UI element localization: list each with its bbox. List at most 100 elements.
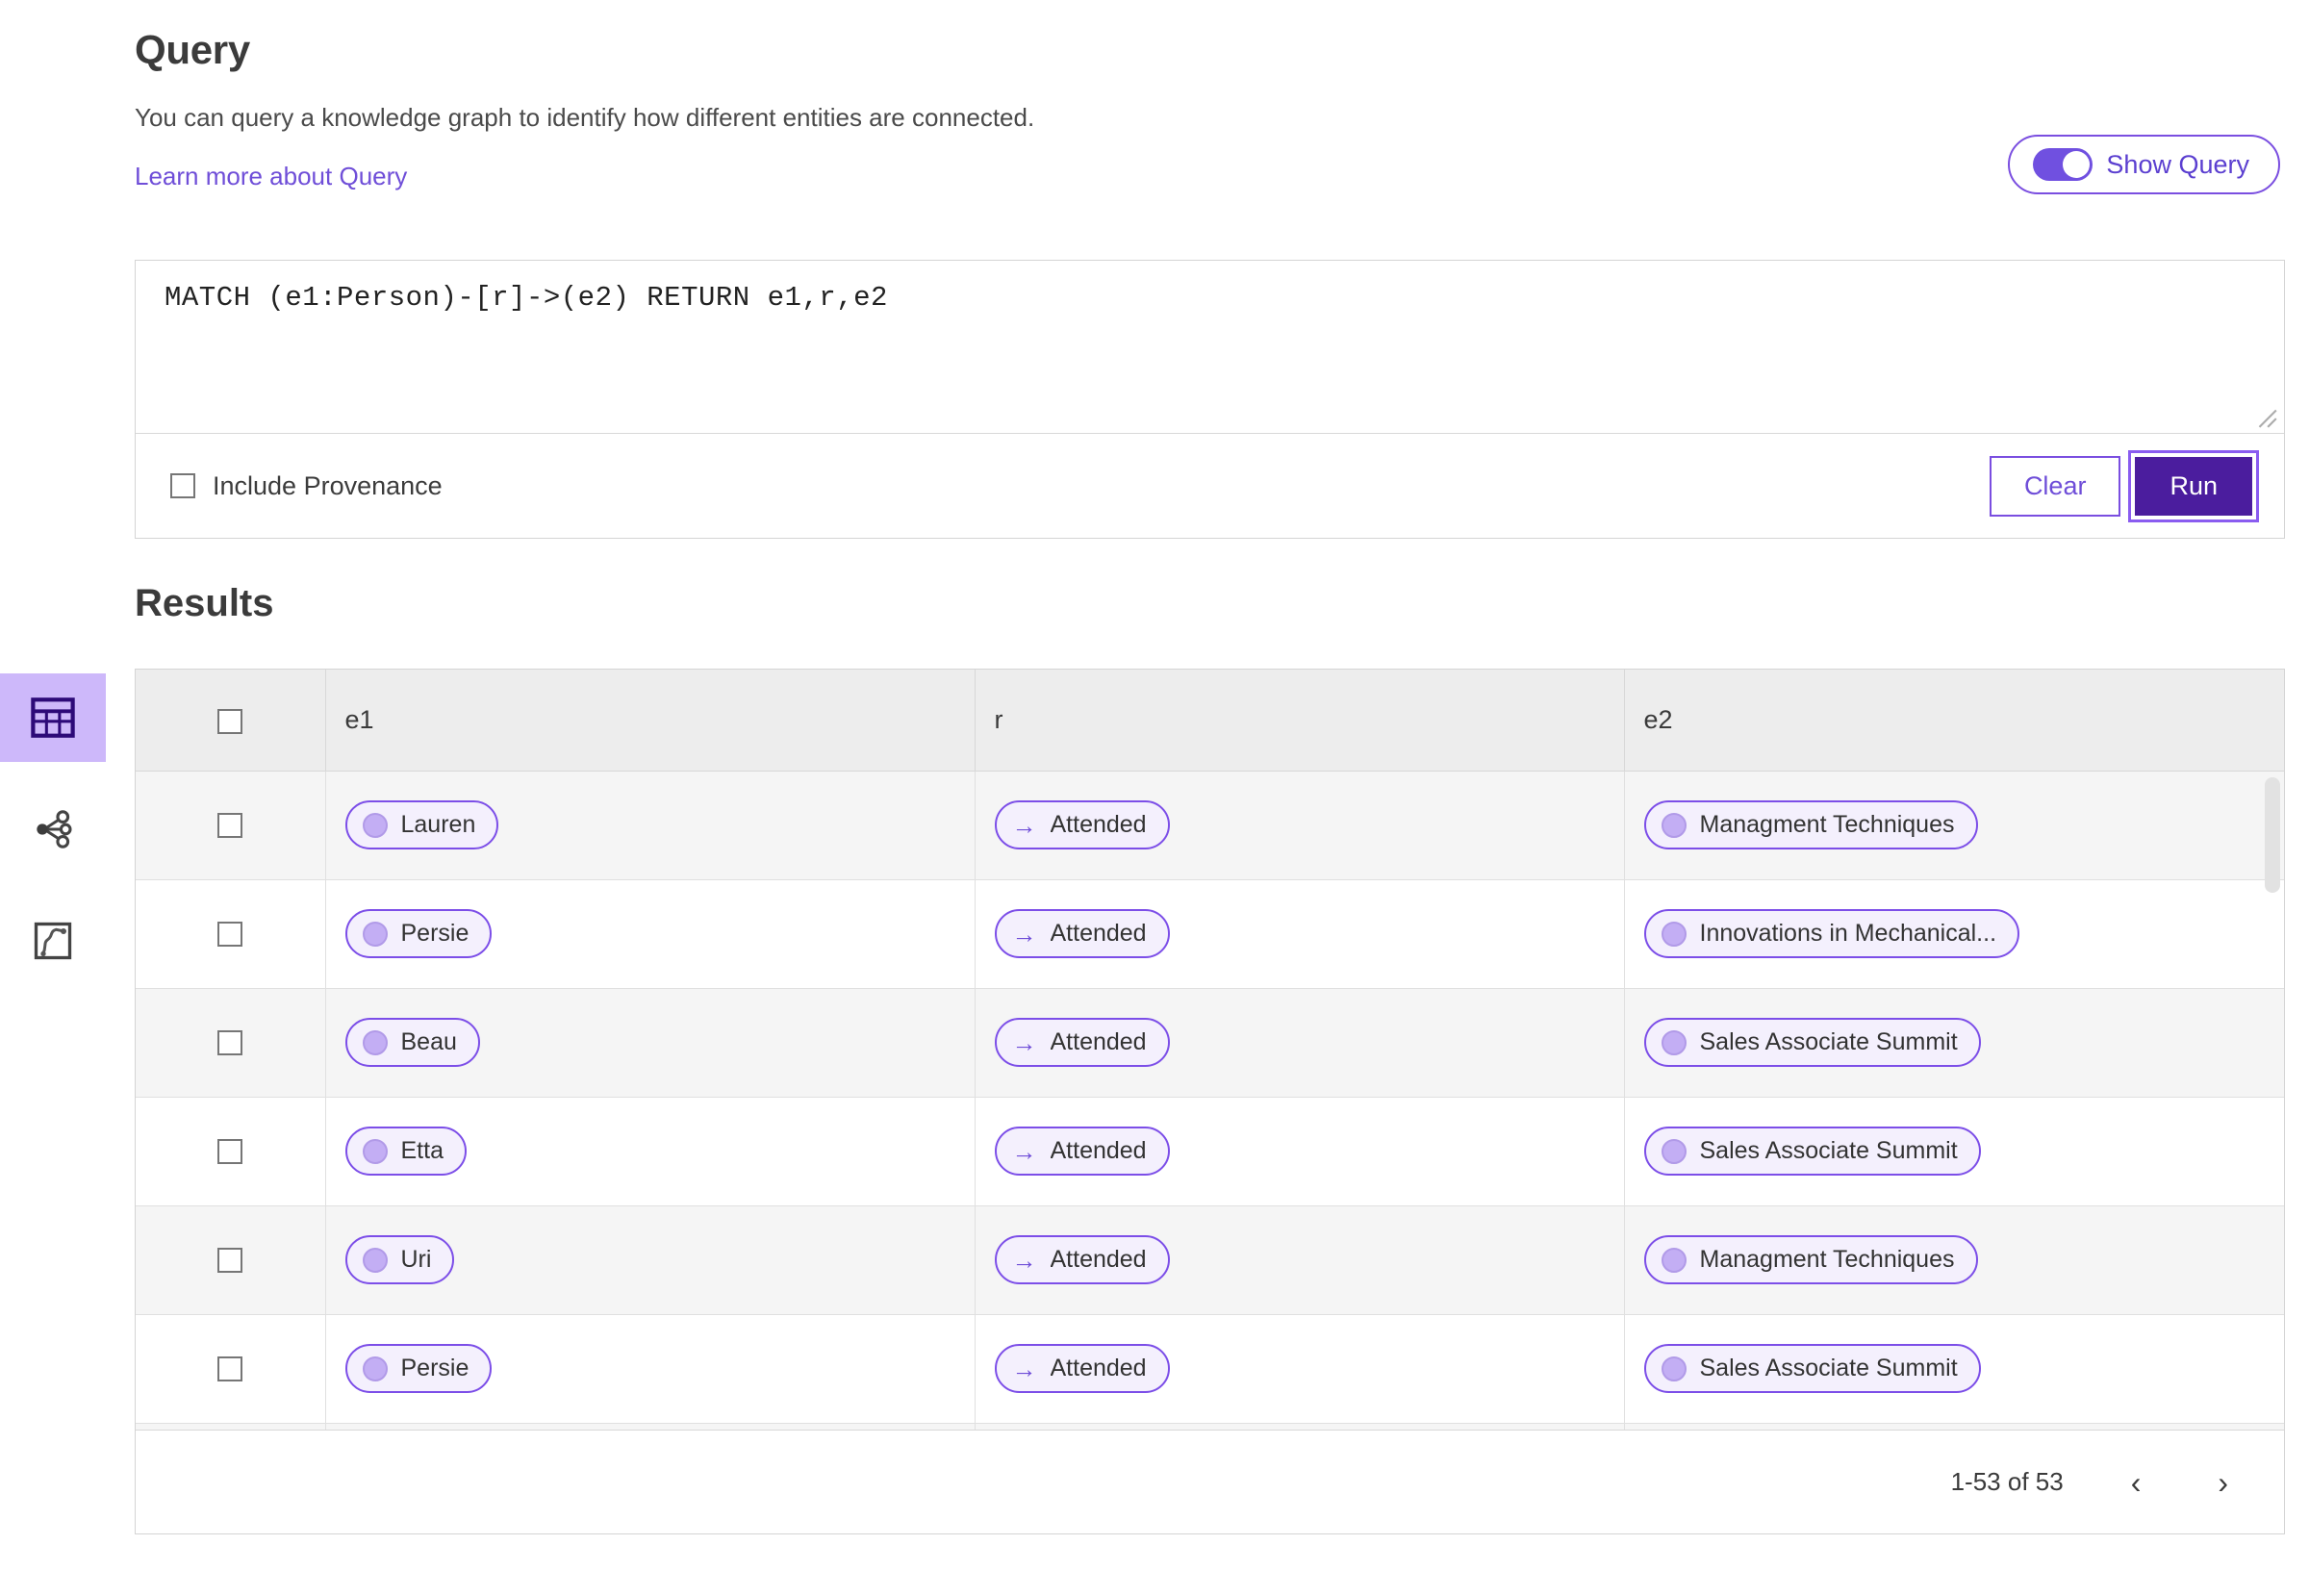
- cell-e1: Uri: [325, 1205, 976, 1315]
- relationship-chip[interactable]: → Attended: [994, 1344, 1170, 1393]
- table-icon: [31, 697, 75, 738]
- chip-label: Innovations in Mechanical...: [1699, 920, 1997, 947]
- table-row[interactable]: Beau → Attended Sales Associate Summit: [136, 988, 2284, 1098]
- arrow-right-icon: →: [1011, 919, 1037, 949]
- entity-chip[interactable]: Innovations in Mechanical...: [1643, 909, 2020, 958]
- cell-r: → Attended: [975, 879, 1625, 989]
- relationship-chip[interactable]: → Attended: [994, 1127, 1170, 1176]
- chip-label: Sales Associate Summit: [1699, 1355, 1958, 1381]
- row-checkbox[interactable]: [217, 1029, 243, 1055]
- entity-chip[interactable]: Managment Techniques: [1643, 800, 1978, 849]
- row-checkbox[interactable]: [217, 1247, 243, 1273]
- sidebar-item-map-view[interactable]: [0, 897, 106, 985]
- run-button[interactable]: Run: [2135, 456, 2252, 516]
- cell-r: →Attended: [975, 1205, 1625, 1315]
- table-row[interactable]: Lauren → Attended Managment Techniques: [136, 771, 2284, 880]
- sidebar-item-graph-view[interactable]: [0, 785, 106, 874]
- column-header-r[interactable]: r: [975, 670, 1625, 772]
- results-table: e1 r e2 Lauren → Attended Managment Techniq…: [136, 670, 2284, 1430]
- view-switcher-rail: [0, 673, 106, 985]
- entity-node-icon: [362, 921, 388, 947]
- page-title: Query: [135, 27, 250, 72]
- query-input[interactable]: MATCH (e1:Person)-[r]->(e2) RETURN e1,r,…: [136, 261, 2284, 434]
- entity-node-icon: [362, 1247, 388, 1273]
- cell-e2: Sales Associate Summit: [1624, 1097, 2284, 1206]
- next-page-button[interactable]: ›: [2208, 1463, 2238, 1502]
- clear-button[interactable]: Clear: [1989, 455, 2121, 517]
- row-checkbox[interactable]: [217, 1355, 243, 1381]
- cell-e2: Innovations in Mechanical...: [1624, 879, 2284, 989]
- show-query-toggle[interactable]: Show Query: [2008, 135, 2280, 194]
- cell-e2: Sales Associate Summit: [1624, 1314, 2284, 1424]
- entity-chip[interactable]: Lauren: [344, 800, 499, 849]
- entity-chip[interactable]: Sales Associate Summit: [1643, 1344, 1981, 1393]
- show-query-toggle-label: Show Query: [2106, 149, 2249, 179]
- entity-chip[interactable]: Uri: [344, 1235, 455, 1284]
- results-table-scroll[interactable]: e1 r e2 Lauren → Attended Managment Techniq…: [136, 670, 2284, 1430]
- resize-handle-icon[interactable]: [2253, 404, 2278, 429]
- chip-label: Persie: [400, 1355, 469, 1381]
- row-checkbox[interactable]: [217, 921, 243, 947]
- include-provenance-checkbox[interactable]: Include Provenance: [170, 471, 443, 501]
- entity-chip[interactable]: Managment Techniques: [1643, 1235, 1978, 1284]
- map-icon: [34, 922, 72, 960]
- query-footer: Include Provenance Clear Run: [136, 434, 2284, 538]
- previous-page-button[interactable]: ‹: [2121, 1463, 2151, 1502]
- cell-r: →Attended: [975, 988, 1625, 1098]
- entity-node-icon: [362, 1138, 388, 1164]
- checkbox-box-icon: [170, 473, 195, 498]
- cell-e1: Etta: [325, 1097, 976, 1206]
- chip-label: Managment Techniques: [1699, 811, 1955, 838]
- entity-chip[interactable]: Beau: [344, 1018, 480, 1067]
- chip-label: Sales Associate Summit: [1699, 1028, 1958, 1055]
- row-select-cell: [136, 988, 326, 1098]
- chip-label: Attended: [1050, 1028, 1147, 1055]
- entity-node-icon: [1661, 812, 1687, 838]
- chip-label: Persie: [400, 920, 469, 947]
- entity-chip[interactable]: Sales Associate Summit: [1643, 1018, 1981, 1067]
- relationship-chip[interactable]: → Attended: [994, 1235, 1170, 1284]
- table-header-row: e1 r e2: [136, 670, 2284, 772]
- relationship-chip[interactable]: → Attended: [994, 800, 1170, 849]
- cell-r: →Attended: [975, 1423, 1625, 1430]
- chip-label: Lauren: [400, 811, 476, 838]
- select-all-checkbox[interactable]: [217, 708, 243, 734]
- learn-more-link[interactable]: Learn more about Query: [135, 162, 407, 191]
- entity-chip[interactable]: Persie: [344, 1344, 493, 1393]
- row-select-cell: [136, 1097, 326, 1206]
- entity-chip[interactable]: Persie: [344, 909, 493, 958]
- table-row[interactable]: Larry→AttendedInnovations in Mechanical: [136, 1423, 2284, 1430]
- run-button-focus-ring: Run: [2128, 449, 2259, 522]
- sidebar-item-table-view[interactable]: [0, 673, 106, 762]
- row-select-cell: [136, 1314, 326, 1424]
- chip-label: Attended: [1050, 920, 1147, 947]
- arrow-right-icon: →: [1011, 810, 1037, 840]
- row-select-cell: [136, 879, 326, 989]
- table-row[interactable]: Persie → Attended Sales Associate Summit: [136, 1314, 2284, 1424]
- chip-label: Uri: [400, 1246, 432, 1273]
- relationship-chip[interactable]: → Attended: [994, 909, 1170, 958]
- cell-e1: Persie: [325, 879, 976, 989]
- results-vertical-scrollbar[interactable]: [2265, 777, 2280, 893]
- entity-chip[interactable]: Sales Associate Summit: [1643, 1127, 1981, 1176]
- chip-label: Sales Associate Summit: [1699, 1137, 1958, 1164]
- column-header-e1[interactable]: e1: [325, 670, 976, 772]
- table-row[interactable]: Uri → Attended Managment Techniques: [136, 1205, 2284, 1315]
- relationship-chip[interactable]: → Attended: [994, 1018, 1170, 1067]
- row-checkbox[interactable]: [217, 1138, 243, 1164]
- entity-node-icon: [1661, 1355, 1687, 1381]
- cell-e1: Persie: [325, 1314, 976, 1424]
- chip-label: Attended: [1050, 811, 1147, 838]
- row-select-cell: [136, 1423, 326, 1430]
- row-checkbox[interactable]: [217, 812, 243, 838]
- entity-node-icon: [1661, 1029, 1687, 1055]
- arrow-right-icon: →: [1011, 1245, 1037, 1275]
- cell-e2: Managment Techniques: [1624, 1205, 2284, 1315]
- column-header-e2[interactable]: e2: [1624, 670, 2284, 772]
- table-row[interactable]: Persie → Attended Innovations in Mechanical…: [136, 879, 2284, 989]
- entity-node-icon: [362, 1029, 388, 1055]
- entity-chip[interactable]: Etta: [344, 1127, 467, 1176]
- entity-node-icon: [1661, 921, 1687, 947]
- table-row[interactable]: Etta → Attended Sales Associate Summit: [136, 1097, 2284, 1206]
- entity-node-icon: [362, 1355, 388, 1381]
